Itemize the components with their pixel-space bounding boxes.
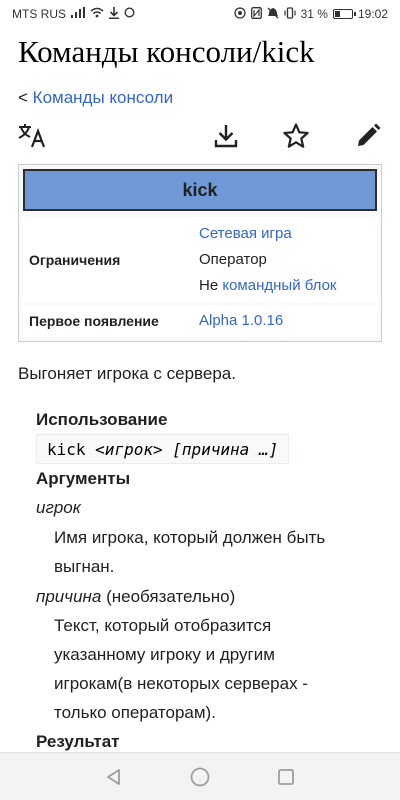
translate-icon[interactable] (14, 118, 50, 154)
restrictions-values: Сетевая игра Оператор Не командный блок (199, 221, 336, 299)
arg-player-description: Имя игрока, который должен быть выгнан. (54, 528, 326, 576)
breadcrumb-prefix: < (18, 88, 28, 107)
battery-percent: 31 % (300, 7, 328, 21)
arg-reason-name: причина (36, 587, 102, 606)
result-heading: Результат (36, 732, 120, 751)
usage-code: kick <игрок> [причина …] (36, 434, 290, 464)
nfc-icon (250, 6, 262, 22)
arg-player-name: игрок (36, 498, 81, 517)
breadcrumb: < Команды консоли (18, 88, 173, 108)
intro-paragraph: Выгоняет игрока с сервера. (18, 364, 236, 383)
carrier-label: MTS RUS (12, 7, 66, 21)
first-appearance-label: Первое появление (29, 313, 159, 329)
download-icon[interactable] (208, 118, 244, 154)
infobox-header: kick (23, 169, 377, 211)
star-icon[interactable] (278, 118, 314, 154)
infobox: kick Ограничения Сетевая игра Оператор Н… (18, 164, 382, 342)
usage-arg-reason: [причина …] (172, 439, 279, 459)
restriction-not-prefix: Не (199, 277, 219, 294)
restriction-multiplayer-link[interactable]: Сетевая игра (199, 225, 292, 242)
breadcrumb-link[interactable]: Команды консоли (33, 88, 173, 107)
eye-comfort-icon (233, 6, 246, 22)
usage-command: kick (47, 439, 86, 459)
first-appearance-link[interactable]: Alpha 1.0.16 (199, 312, 283, 329)
page-title: Команды консоли/kick (18, 34, 315, 69)
mute-icon (267, 7, 279, 22)
download-status-icon (109, 6, 119, 22)
back-icon[interactable] (98, 761, 130, 793)
arg-reason-line: причина (необязательно) (36, 587, 235, 607)
infobox-row-first-appearance: Первое появление Alpha 1.0.16 (23, 305, 377, 337)
restriction-command-block-link[interactable]: командный блок (222, 277, 336, 294)
arg-reason-optional: (необязательно) (106, 587, 236, 606)
status-bar: MTS RUS 31 % 19:02 (0, 0, 400, 28)
recents-icon[interactable] (270, 761, 302, 793)
vibrate-icon (284, 6, 296, 22)
usage-arg-player: <игрок> (95, 439, 163, 459)
restriction-operator: Оператор (199, 251, 267, 268)
home-icon[interactable] (184, 761, 216, 793)
battery-icon (332, 9, 356, 19)
arg-reason-description: Текст, который отобразится указанному иг… (54, 616, 308, 722)
system-nav-bar (0, 752, 400, 800)
restrictions-label: Ограничения (29, 252, 121, 268)
signal-icon (71, 7, 85, 21)
wifi-icon (90, 7, 104, 21)
usage-heading: Использование (36, 410, 168, 429)
first-appearance-value: Alpha 1.0.16 (199, 308, 283, 334)
clock: 19:02 (357, 7, 388, 21)
arguments-heading: Аргументы (36, 469, 131, 488)
sync-icon (124, 7, 135, 21)
infobox-row-restrictions: Ограничения Сетевая игра Оператор Не ком… (23, 217, 377, 303)
edit-icon[interactable] (350, 118, 386, 154)
page-actions-toolbar (0, 118, 400, 154)
